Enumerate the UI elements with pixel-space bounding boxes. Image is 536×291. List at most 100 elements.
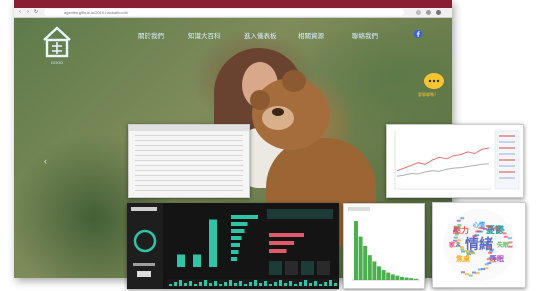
word-cloud-speck <box>460 248 465 251</box>
table-row <box>135 135 243 136</box>
dashboard-timeline-bar <box>329 280 332 286</box>
dashboard-timeline-bar <box>219 284 222 286</box>
histogram-bar <box>404 277 409 280</box>
dashboard-timeline-bar <box>294 284 297 286</box>
table-row <box>135 140 243 141</box>
histogram-bar <box>363 245 368 280</box>
teddy-bear-ear <box>250 90 270 110</box>
word-cloud-speck <box>452 239 457 242</box>
dashboard-hbar <box>231 257 237 261</box>
dashboard-timeline-bar <box>324 282 327 286</box>
forward-icon[interactable]: › <box>25 9 31 16</box>
table-row <box>135 160 243 161</box>
site-logo-icon[interactable] <box>40 24 74 60</box>
facebook-icon[interactable] <box>414 30 422 38</box>
table-row <box>135 180 243 181</box>
chat-dots-icon <box>428 79 440 83</box>
nav-knowledge[interactable]: 知識大百科 <box>188 30 221 40</box>
legend-entry <box>499 147 515 149</box>
back-icon[interactable]: ‹ <box>17 9 23 16</box>
word-cloud-speck <box>494 226 499 229</box>
dashboard-tile <box>317 261 330 275</box>
dashboard-timeline-bar <box>264 281 267 286</box>
word-cloud-speck <box>457 224 462 227</box>
word-cloud: 情緒憂鬱壓力焦慮 睡眠心情失眠家人 <box>443 209 515 281</box>
dashboard-timeline-bar <box>289 281 292 286</box>
nav-contact[interactable]: 聯絡我們 <box>352 30 378 40</box>
dashboard-timeline-bar <box>269 284 272 286</box>
dashboard-bar <box>177 254 185 267</box>
word-cloud-speck <box>474 234 479 237</box>
dashboard-sidebar-value <box>137 271 151 277</box>
word-cloud-speck <box>484 263 489 266</box>
dashboard-timeline-bar <box>229 280 232 286</box>
site-logo-text: GOOD <box>50 60 64 65</box>
dashboard-timeline-bar <box>214 281 217 286</box>
teddy-bear-nose <box>272 108 284 116</box>
legend-entry <box>499 165 515 167</box>
histogram-bar <box>358 236 363 280</box>
reload-icon[interactable]: ↻ <box>33 9 39 16</box>
histogram-bar <box>386 272 391 280</box>
dashboard-alert-bar <box>269 241 294 245</box>
word-cloud-speck <box>471 271 476 274</box>
address-bar: ‹ › ↻ agenttw.github.io/2019-hackathon/#… <box>14 8 452 18</box>
dashboard-timeline-bar <box>304 280 307 286</box>
histogram-title <box>348 207 370 211</box>
table-row <box>135 175 243 176</box>
word-cloud-speck <box>464 273 469 276</box>
dashboard-timeline-bar <box>334 283 337 286</box>
nav-resources[interactable]: 相關資源 <box>298 30 324 40</box>
extension-icon[interactable] <box>416 10 421 15</box>
carousel-prev-icon[interactable]: ‹ <box>44 156 47 166</box>
table-screenshot <box>128 124 250 198</box>
dashboard-timeline-bar <box>199 282 202 286</box>
word-cloud-word: 失眠 <box>497 241 509 249</box>
legend-entry <box>499 177 515 179</box>
histogram-bar <box>377 266 381 280</box>
slide-canvas: { "browser": { "url": "agenttw.github.io… <box>0 0 536 291</box>
dashboard-sidebar-title <box>131 207 157 211</box>
table-row <box>135 190 243 191</box>
dashboard-timeline-bar <box>274 282 277 286</box>
dashboard-timeline-bar <box>249 282 252 286</box>
dashboard-timeline-bar <box>299 282 302 286</box>
dashboard-canvas <box>127 203 337 289</box>
histogram-screenshot <box>343 203 425 289</box>
profile-icon[interactable] <box>426 10 431 15</box>
dashboard-timeline-bar <box>259 283 262 286</box>
line-series-1 <box>396 147 490 172</box>
histogram-chart <box>348 207 420 281</box>
dashboard-hbar <box>231 250 239 254</box>
legend-entry <box>499 159 515 161</box>
dashboard-timeline-bar <box>314 281 317 286</box>
word-cloud-speck <box>502 232 507 235</box>
dashboard-sidebar-label <box>133 263 155 266</box>
dashboard-timeline-bar <box>204 280 207 286</box>
word-cloud-speck <box>508 245 513 248</box>
dashboard-bar <box>209 219 217 267</box>
word-cloud-speck <box>453 236 458 239</box>
word-cloud-speck <box>496 229 501 232</box>
dashboard-timeline-bar <box>309 283 312 286</box>
word-cloud-speck <box>454 233 459 236</box>
dashboard-alert-bar <box>269 249 287 253</box>
word-cloud-speck <box>456 239 461 242</box>
dashboard-banner <box>267 209 333 219</box>
menu-icon[interactable] <box>436 10 441 15</box>
nav-dashboard[interactable]: 進入儀表板 <box>244 30 277 40</box>
dashboard-tile <box>285 261 298 275</box>
table-row <box>135 150 243 151</box>
legend-entry <box>499 141 515 143</box>
dashboard-tile <box>301 261 314 275</box>
table-row <box>135 155 243 156</box>
table-row <box>135 145 243 146</box>
dashboard-bar <box>193 254 201 267</box>
histogram-bar <box>354 221 358 280</box>
nav-about[interactable]: 關於我們 <box>138 30 164 40</box>
tab-bar <box>14 0 452 8</box>
dashboard-timeline-bar <box>254 280 257 286</box>
word-cloud-word: 焦慮 <box>455 254 470 263</box>
histogram-bar <box>400 276 404 280</box>
word-cloud-speck <box>475 271 480 274</box>
